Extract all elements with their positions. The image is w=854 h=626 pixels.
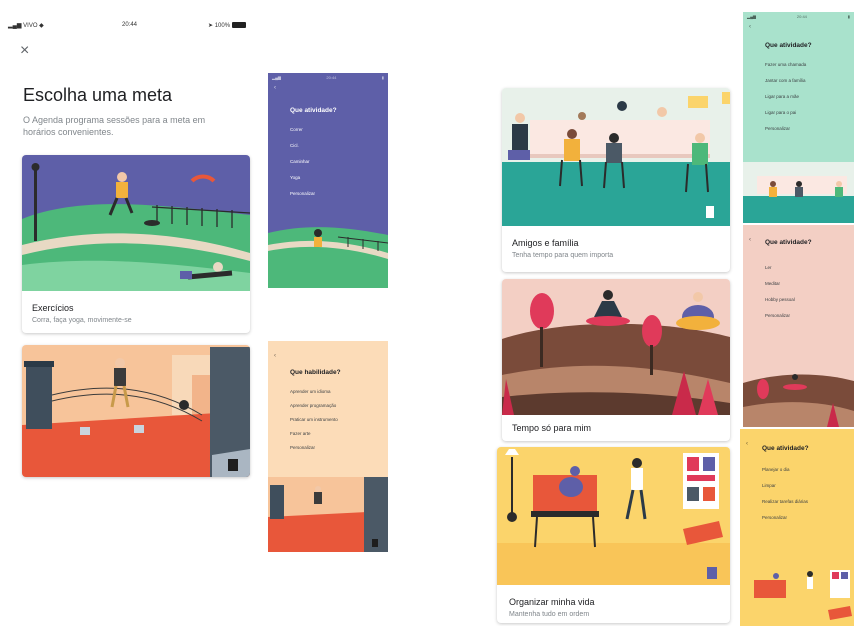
phone-option[interactable]: Personalizar [290,191,315,196]
phone-option[interactable]: Ligar para o pai [765,110,796,115]
battery-status: ➤ 100% [208,22,246,29]
phone-question: Que atividade? [762,445,809,452]
phone-option[interactable]: Fazer uma chamada [765,62,806,67]
phone-option[interactable]: Correr [290,127,303,132]
phone-preview-exercise: ▂▄▆ 20:44 ▮ ‹ Que atividade? Correr Cicl. … [268,73,388,288]
card-title: Amigos e família [512,238,579,248]
phone-option[interactable]: Jantar com a família [765,78,806,83]
signal-icon: ▂▄▆ [8,23,24,29]
phone-organize-scene [740,566,854,626]
exercise-illustration [22,155,250,291]
page-subtitle: O Agenda programa sessões para a meta em… [23,114,205,138]
location-icon: ➤ [208,23,215,29]
back-icon[interactable]: ‹ [749,237,751,243]
carrier-label: VIVO [23,23,38,29]
phone-preview-me-time: ‹ Que atividade? Ler Meditar Hobby pesso… [743,225,854,427]
phone-option[interactable]: Personalizar [290,445,315,450]
battery-label: 100% [214,23,231,29]
phone-preview-organize: ‹ Que atividade? Planejar o dia Limpar R… [740,429,854,626]
phone-question: Que atividade? [765,239,812,246]
goal-card-friends-family[interactable]: Amigos e família Tenha tempo para quem i… [502,88,730,272]
goal-card-organize[interactable]: Organizar minha vida Mantenha tudo em or… [497,447,730,623]
phone-exercise-scene [268,227,388,288]
organize-illustration [497,447,730,585]
phone-option[interactable]: Aprender programação [290,403,336,408]
phone-me-time-scene [743,374,854,427]
goal-card-me-time[interactable]: Tempo só para mim [502,279,730,441]
card-subtitle: Corra, faça yoga, movimente-se [32,317,132,324]
phone-question: Que atividade? [290,107,337,114]
card-title: Organizar minha vida [509,597,595,607]
subtitle-line-2: horários convenientes. [23,127,114,137]
phone-status-bar: ▂▄▆ 20:44 ▮ [272,75,384,80]
phone-option[interactable]: Limpar [762,483,776,488]
back-icon[interactable]: ‹ [274,353,276,359]
page-title: Escolha uma meta [23,85,173,105]
wifi-icon: ◆ [39,23,44,29]
back-icon[interactable]: ‹ [749,24,751,30]
phone-preview-friends: ▂▄▆ 20:44 ▮ ‹ Que atividade? Fazer uma cha… [743,12,854,223]
phone-option[interactable]: Fazer arte [290,431,311,436]
phone-option[interactable]: Personalizar [765,313,790,318]
back-icon[interactable]: ‹ [274,85,276,91]
phone-option[interactable]: Ler [765,265,772,270]
phone-option[interactable]: Personalizar [762,515,787,520]
back-icon[interactable]: ‹ [746,441,748,447]
phone-option[interactable]: Planejar o dia [762,467,790,472]
phone-status-bar: ▂▄▆ 20:44 ▮ [747,14,850,19]
phone-option[interactable]: Yoga [290,175,300,180]
clock: 20:44 [122,22,138,28]
goal-card-exercise[interactable]: Exercícios Corra, faça yoga, movimente-s… [22,155,250,333]
battery-icon [231,22,246,29]
phone-option[interactable]: Ligar para a mãe [765,94,799,99]
phone-option[interactable]: Hobby pessoal [765,297,795,302]
phone-friends-scene [743,162,854,223]
card-subtitle: Tenha tempo para quem importa [512,252,614,259]
phone-option[interactable]: Personalizar [765,126,790,131]
phone-option[interactable]: Realizar tarefas diárias [762,499,808,504]
phone-question: Que habilidade? [290,369,341,376]
phone-option[interactable]: Meditar [765,281,780,286]
phone-preview-skills: ‹ Que habilidade? Aprender um idioma Apr… [268,341,388,552]
friends-family-illustration [502,88,730,226]
card-title: Exercícios [32,303,74,313]
phone-option[interactable]: Caminhar [290,159,310,164]
skills-illustration [22,345,250,477]
phone-question: Que atividade? [765,42,812,49]
subtitle-line-1: O Agenda programa sessões para a meta em [23,115,206,125]
card-title: Tempo só para mim [512,423,592,433]
goal-card-skills[interactable] [22,345,250,477]
me-time-illustration [502,279,730,415]
signal-status: ▂▄▆ VIVO ◆ [8,22,44,29]
card-subtitle: Mantenha tudo em ordem [509,611,590,618]
phone-option[interactable]: Praticar um instrumento [290,417,338,422]
phone-skills-scene [268,477,388,552]
phone-option[interactable]: Aprender um idioma [290,389,331,394]
phone-option[interactable]: Cicl. [290,143,299,148]
close-icon[interactable]: × [20,42,29,60]
